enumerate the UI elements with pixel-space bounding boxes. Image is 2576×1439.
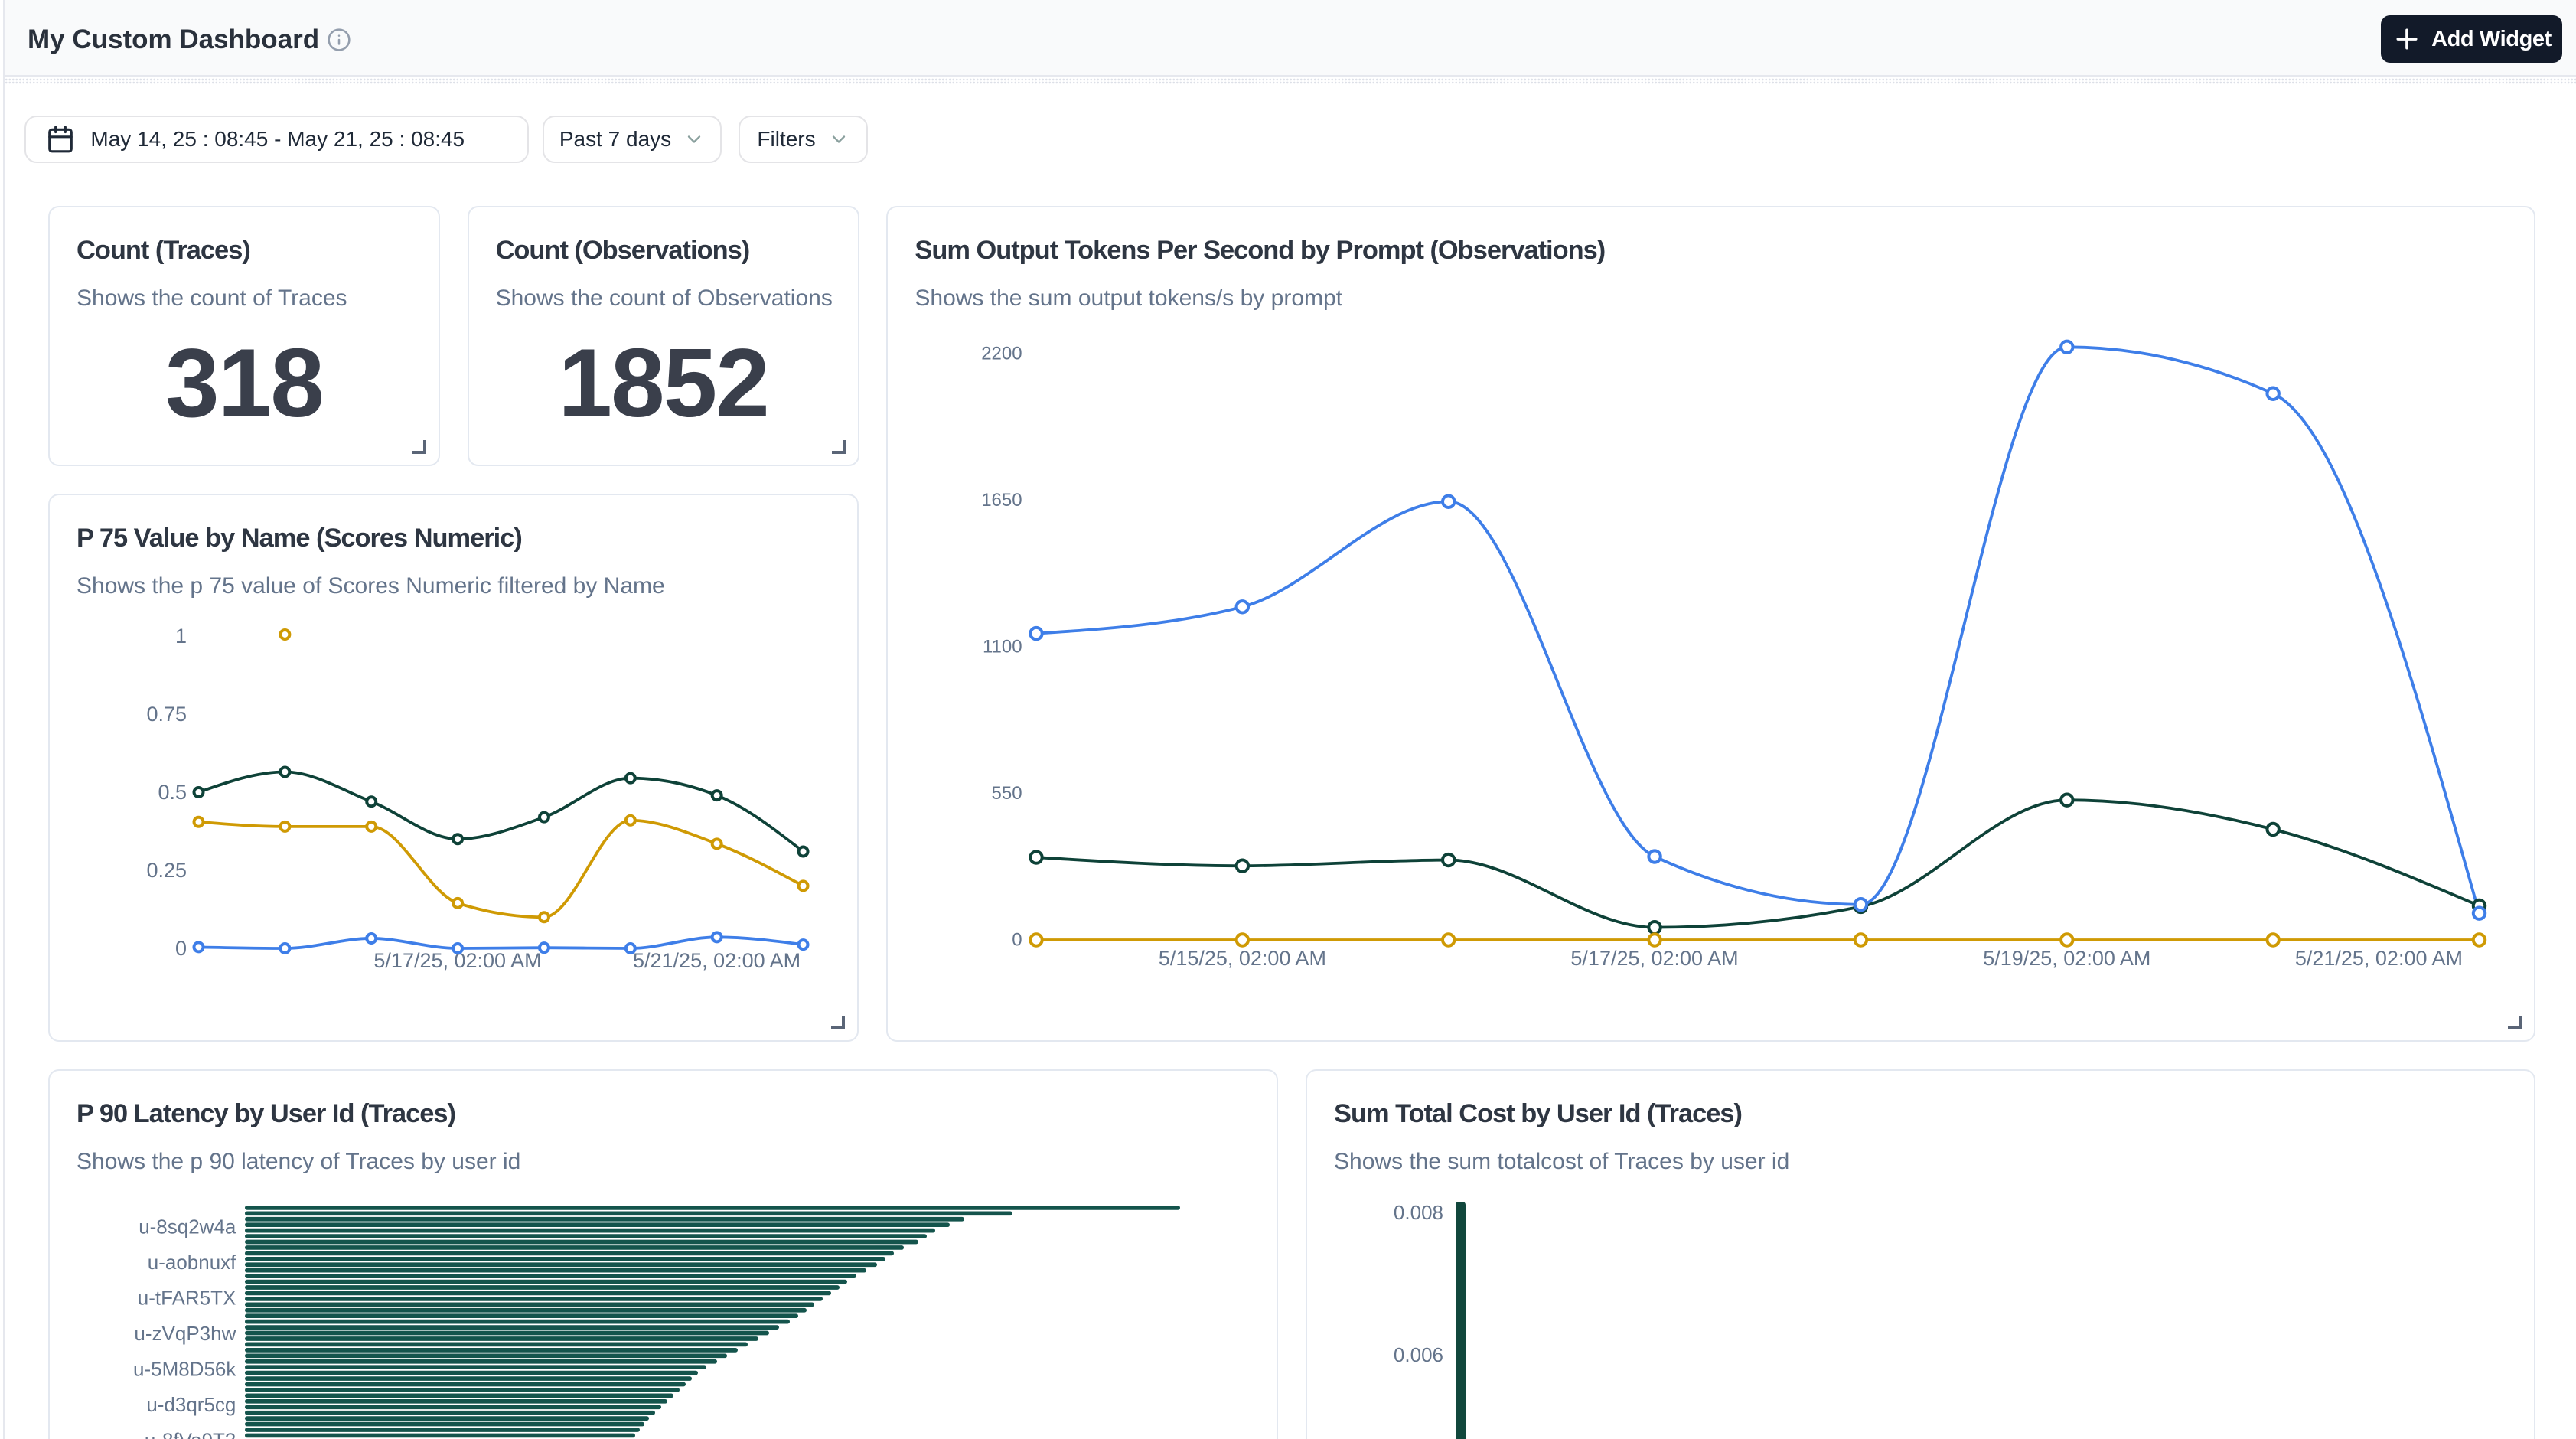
svg-text:u-tFAR5TX: u-tFAR5TX (138, 1287, 236, 1310)
svg-text:0.008: 0.008 (1394, 1201, 1443, 1224)
svg-text:0: 0 (1012, 930, 1022, 951)
svg-text:u-zVqP3hw: u-zVqP3hw (134, 1322, 236, 1345)
svg-text:0.25: 0.25 (146, 859, 187, 882)
svg-text:5/19/25, 02:00 AM: 5/19/25, 02:00 AM (1984, 947, 2151, 970)
svg-text:550: 550 (992, 783, 1022, 804)
svg-text:u-d3qr5cg: u-d3qr5cg (146, 1393, 236, 1416)
svg-text:0.006: 0.006 (1394, 1343, 1443, 1366)
svg-text:u-8sq2w4a: u-8sq2w4a (139, 1215, 236, 1238)
svg-text:u-aobnuxf: u-aobnuxf (148, 1251, 236, 1274)
svg-text:0.5: 0.5 (158, 781, 187, 804)
svg-text:5/15/25, 02:00 AM: 5/15/25, 02:00 AM (1159, 947, 1326, 970)
svg-text:u-5M8D56k: u-5M8D56k (133, 1358, 236, 1381)
svg-text:5/21/25, 02:00 AM: 5/21/25, 02:00 AM (2295, 947, 2463, 970)
svg-text:u-8fVa9T3: u-8fVa9T3 (145, 1429, 236, 1439)
svg-text:0.75: 0.75 (146, 703, 187, 726)
svg-text:5/17/25, 02:00 AM: 5/17/25, 02:00 AM (1571, 947, 1739, 970)
svg-text:5/21/25, 02:00 AM: 5/21/25, 02:00 AM (633, 949, 801, 972)
svg-text:0: 0 (175, 937, 187, 960)
svg-text:1: 1 (175, 625, 187, 648)
svg-text:2200: 2200 (982, 344, 1022, 364)
svg-text:1100: 1100 (983, 637, 1022, 658)
svg-text:1650: 1650 (982, 490, 1022, 511)
